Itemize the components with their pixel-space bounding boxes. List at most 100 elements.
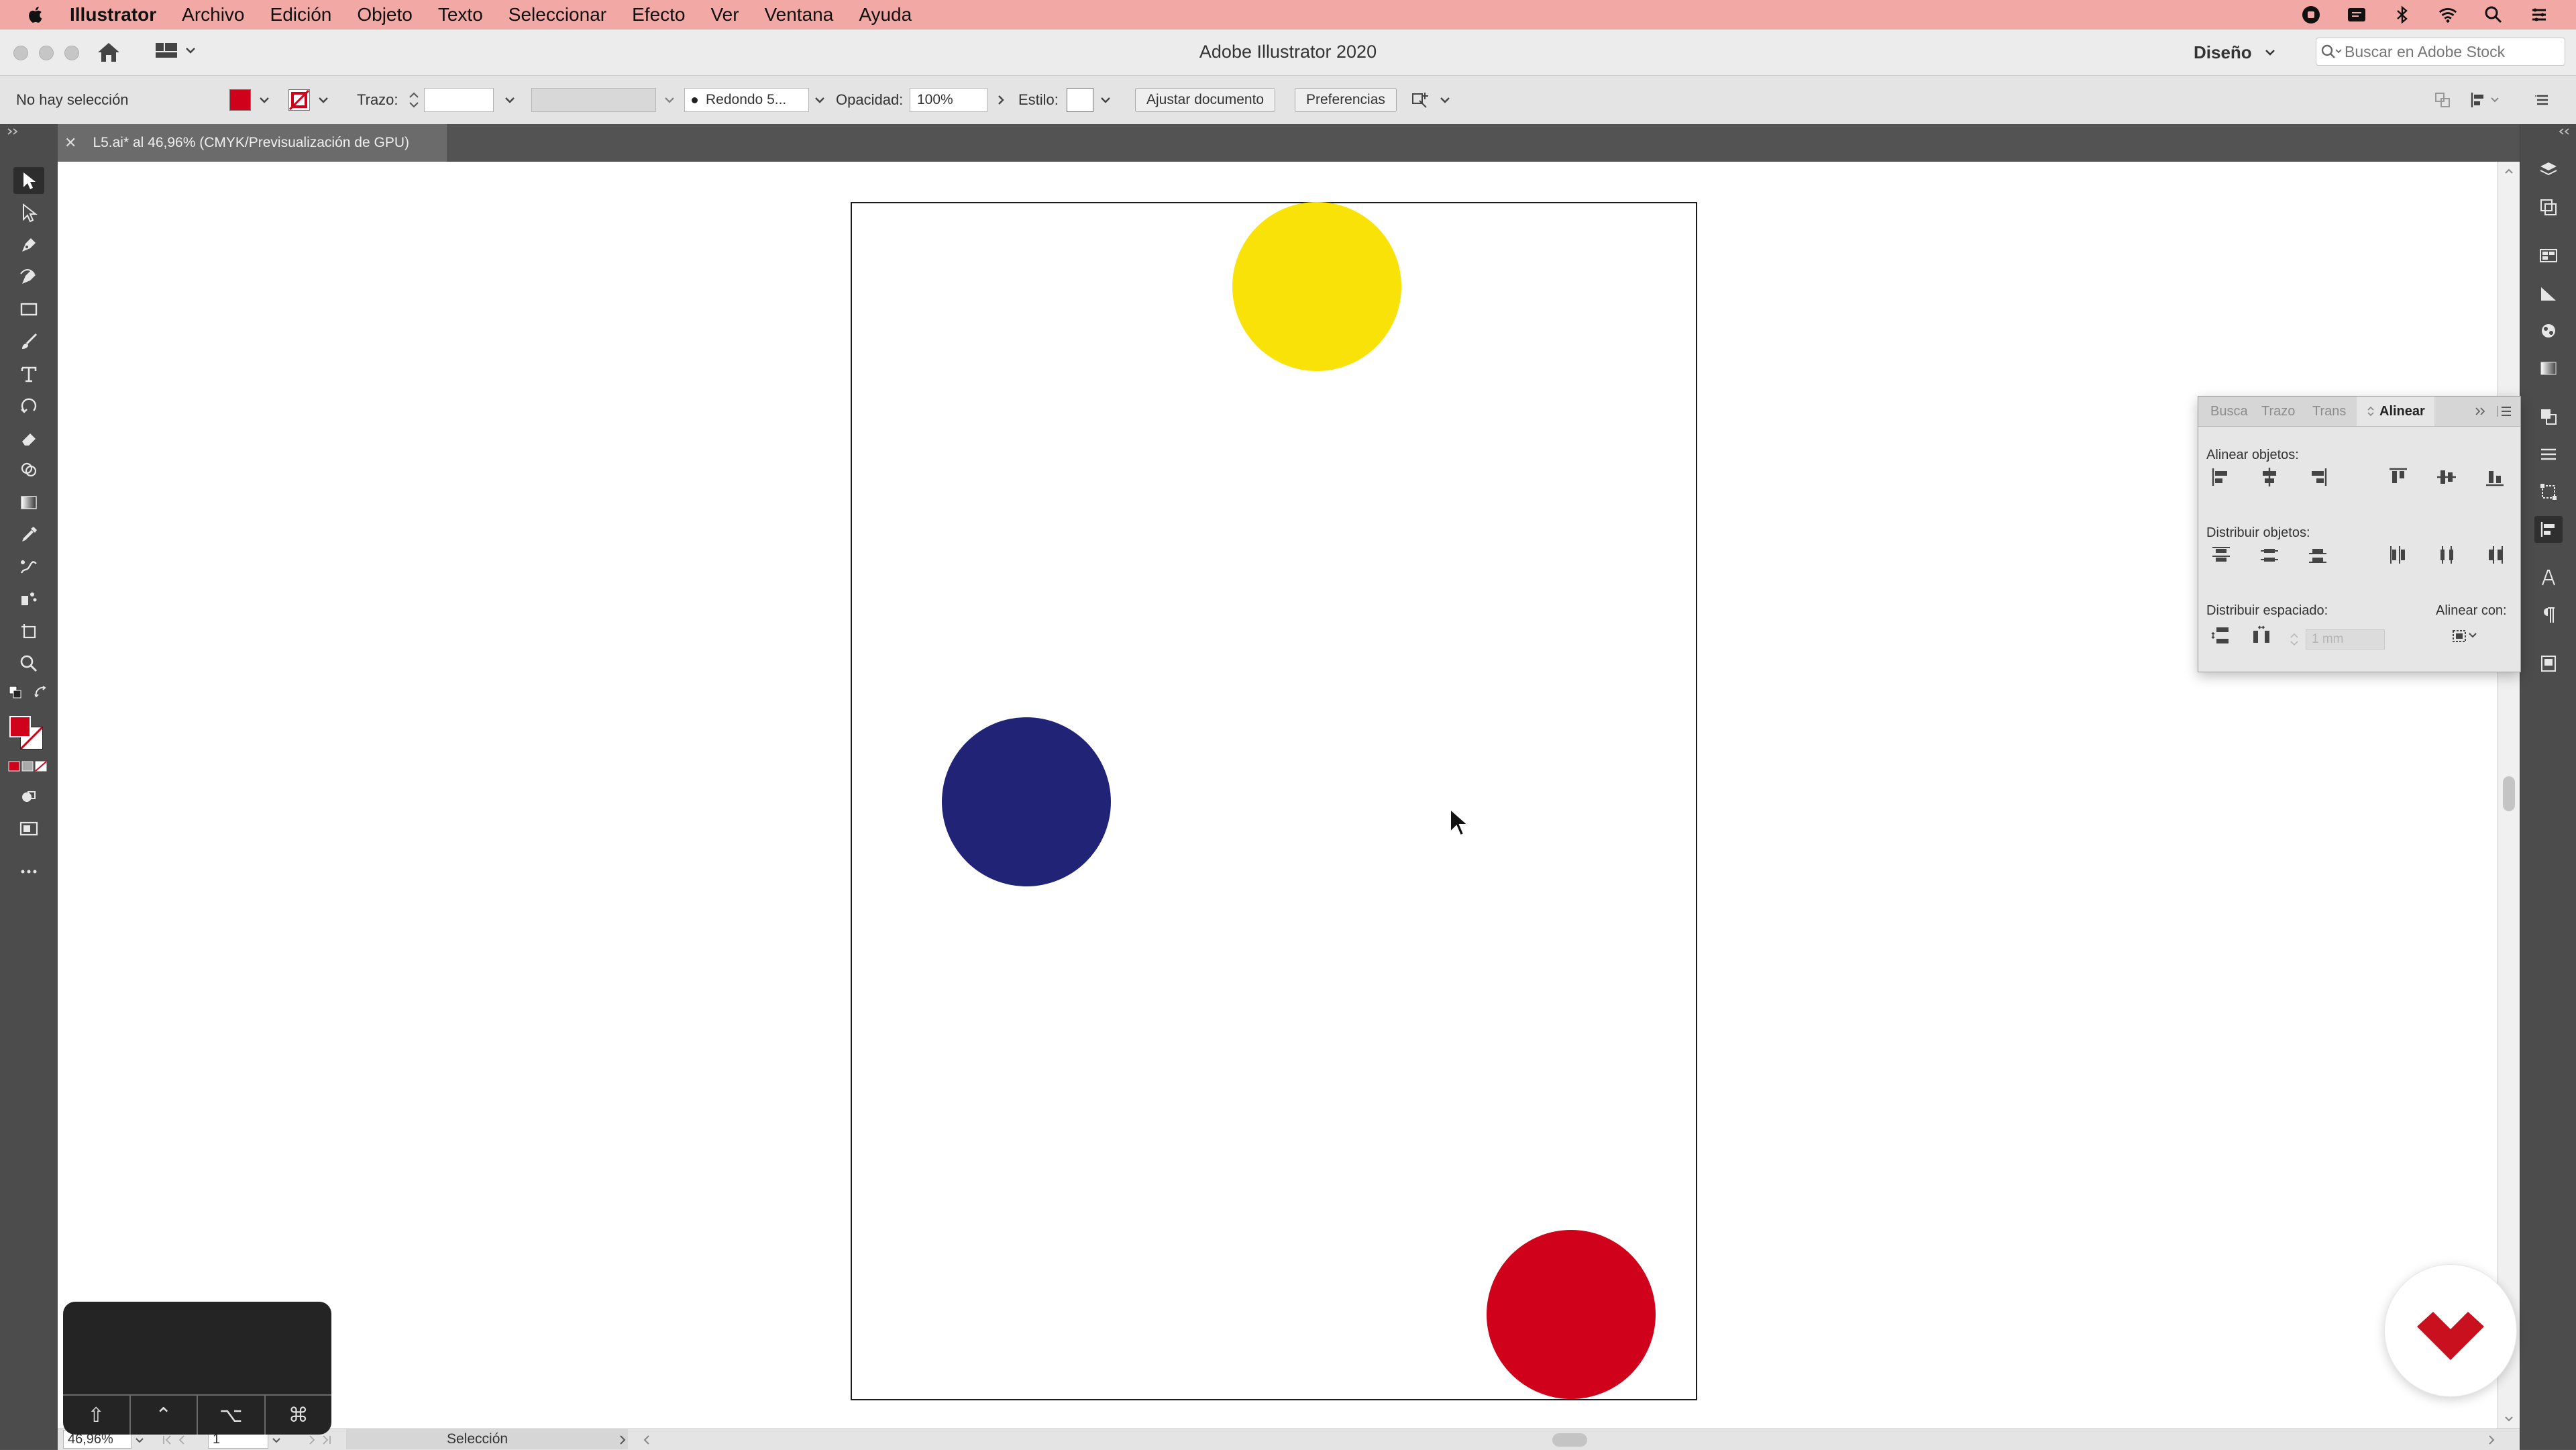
swatches-panel-icon[interactable] — [2534, 242, 2563, 269]
stroke-none-swatch[interactable] — [288, 89, 310, 111]
collapse-panel-icon[interactable] — [5, 127, 23, 136]
gradient-tool[interactable] — [13, 489, 44, 516]
curvature-tool[interactable] — [13, 264, 44, 291]
fill-swatch[interactable] — [229, 89, 251, 111]
menu-ayuda[interactable]: Ayuda — [859, 4, 912, 25]
recolor-artwork-control[interactable] — [1410, 76, 1453, 124]
expand-panels-icon[interactable] — [2557, 127, 2573, 136]
zoom-tool[interactable] — [13, 650, 44, 677]
width-profile-field[interactable] — [531, 88, 656, 112]
panel-menu-icon[interactable] — [2495, 405, 2514, 418]
draw-mode-icon[interactable] — [13, 784, 44, 811]
collapse-panel-icon[interactable] — [2473, 406, 2488, 417]
pen-tool[interactable] — [13, 231, 44, 258]
current-tool-status[interactable]: Selección — [346, 1429, 628, 1449]
chevron-down-icon[interactable] — [133, 1433, 146, 1447]
menu-texto[interactable]: Texto — [438, 4, 483, 25]
yellow-circle[interactable] — [1232, 202, 1401, 371]
menu-app-illustrator[interactable]: Illustrator — [70, 4, 156, 25]
libraries-panel-icon[interactable] — [2534, 650, 2563, 677]
distribute-bottom-button[interactable] — [2303, 541, 2332, 568]
symbols-panel-icon[interactable] — [2534, 317, 2563, 344]
record-icon[interactable] — [2301, 5, 2321, 25]
selection-tool[interactable] — [13, 167, 44, 194]
gradient-panel-icon[interactable] — [2534, 355, 2563, 382]
distribute-horizontal-center-button[interactable] — [2432, 541, 2461, 568]
chevron-down-icon[interactable] — [1097, 92, 1114, 108]
stroke-weight-input[interactable] — [424, 88, 494, 112]
artboard-next-icons[interactable] — [294, 1433, 334, 1447]
arrange-icon[interactable] — [2432, 76, 2453, 124]
paintbrush-tool[interactable] — [13, 328, 44, 355]
distribute-vertical-center-button[interactable] — [2255, 541, 2284, 568]
more-tools-icon[interactable] — [13, 858, 44, 885]
artboard-tool[interactable] — [13, 618, 44, 645]
chevron-down-icon[interactable] — [502, 92, 518, 108]
tab-stroke[interactable]: Trazo — [2261, 397, 2295, 426]
align-bottom-button[interactable] — [2480, 464, 2510, 490]
notes-icon[interactable] — [2347, 5, 2367, 25]
menu-seleccionar[interactable]: Seleccionar — [508, 4, 606, 25]
align-quick-icon[interactable] — [2469, 76, 2505, 124]
layers-panel-icon[interactable] — [2534, 156, 2563, 183]
preferences-button[interactable]: Preferencias — [1295, 88, 1397, 112]
align-top-button[interactable] — [2383, 464, 2413, 490]
fill-stroke-indicator[interactable] — [8, 715, 46, 752]
type-tool[interactable] — [13, 360, 44, 387]
stepper-icon[interactable] — [407, 87, 421, 113]
canvas[interactable] — [58, 162, 2497, 1429]
brush-definition[interactable]: Redondo 5... — [684, 76, 828, 124]
bluetooth-icon[interactable] — [2392, 5, 2412, 25]
wifi-icon[interactable] — [2438, 5, 2458, 25]
graphic-style-swatch[interactable] — [1067, 88, 1093, 112]
variable-width-profile[interactable] — [531, 76, 678, 124]
align-horizontal-center-button[interactable] — [2255, 464, 2284, 490]
recolor-icon[interactable] — [1410, 89, 1433, 111]
menu-ver[interactable]: Ver — [711, 4, 739, 25]
menu-archivo[interactable]: Archivo — [182, 4, 244, 25]
horizontal-scroll-thumb[interactable] — [1552, 1433, 1587, 1447]
distribute-top-button[interactable] — [2206, 541, 2236, 568]
align-left-button[interactable] — [2206, 464, 2236, 490]
red-circle[interactable] — [1487, 1230, 1656, 1399]
close-tab-icon[interactable]: ✕ — [64, 134, 76, 152]
chevron-down-icon[interactable] — [1437, 92, 1453, 108]
fill-color-control[interactable] — [229, 76, 272, 124]
default-colors-icon[interactable] — [8, 685, 23, 703]
chevron-down-icon[interactable] — [270, 1433, 283, 1447]
menu-efecto[interactable]: Efecto — [632, 4, 685, 25]
spotlight-icon[interactable] — [2483, 5, 2504, 25]
color-mode-buttons[interactable] — [8, 760, 47, 776]
pathfinder-panel-icon[interactable] — [2534, 403, 2563, 430]
character-panel-icon[interactable] — [2534, 564, 2563, 591]
opacity-control[interactable]: 100% — [910, 76, 1009, 124]
screen-mode-icon[interactable] — [13, 815, 44, 842]
distribute-left-button[interactable] — [2383, 541, 2413, 568]
chevron-down-icon[interactable] — [315, 92, 331, 108]
chevron-right-icon[interactable] — [616, 1433, 629, 1447]
workspace-switcher[interactable]: Diseño — [2194, 39, 2277, 66]
rotate-tool[interactable] — [13, 393, 44, 419]
chevron-right-icon[interactable] — [993, 92, 1009, 108]
opacity-input[interactable]: 100% — [910, 88, 987, 112]
tab-pathfinder[interactable]: Busca — [2210, 397, 2248, 426]
panel-menu-icon[interactable] — [2533, 76, 2552, 124]
distribute-right-button[interactable] — [2480, 541, 2510, 568]
apple-logo-icon[interactable] — [27, 5, 46, 24]
artboards-panel-icon[interactable] — [2534, 194, 2563, 221]
control-center-icon[interactable] — [2529, 5, 2549, 25]
align-vertical-center-button[interactable] — [2432, 464, 2461, 490]
fit-document-button[interactable]: Ajustar documento — [1135, 88, 1276, 112]
menu-edicion[interactable]: Edición — [270, 4, 332, 25]
brush-field[interactable]: Redondo 5... — [684, 88, 809, 112]
stroke-color-control[interactable] — [288, 76, 331, 124]
tab-transform[interactable]: Trans — [2312, 397, 2346, 426]
swap-colors-icon[interactable] — [34, 685, 48, 703]
document-tab[interactable]: ✕ L5.ai* al 46,96% (CMYK/Previsualizació… — [58, 124, 447, 162]
blend-tool[interactable] — [13, 554, 44, 580]
align-to-selection-dropdown[interactable] — [2445, 622, 2485, 649]
vertical-scroll-thumb[interactable] — [2503, 776, 2515, 811]
shape-builder-tool[interactable] — [13, 457, 44, 484]
eyedropper-tool[interactable] — [13, 521, 44, 548]
chevron-down-icon[interactable] — [661, 92, 678, 108]
